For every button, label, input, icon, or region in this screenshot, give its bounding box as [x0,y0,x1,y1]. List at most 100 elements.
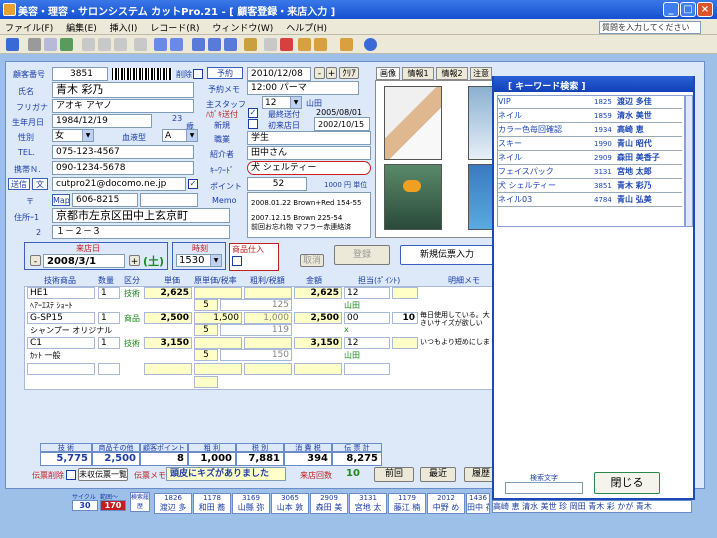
paste-icon[interactable] [114,38,127,51]
delete-checkbox[interactable] [193,69,203,79]
name-field[interactable]: 青木 彩乃 [52,82,194,98]
visit-time-select[interactable]: 1530 ▼ [176,254,222,267]
blood-select[interactable]: A ▼ [162,129,198,142]
address1-field[interactable]: 京都市左京区田中上玄京町 [52,208,230,223]
filter-icon[interactable] [192,38,205,51]
map-button[interactable]: Map [52,194,70,206]
chevron-down-icon[interactable]: ▼ [82,130,93,141]
history-customer[interactable]: 1178 和田 蕎 [193,493,231,514]
row3-qty[interactable]: 1 [98,337,120,349]
latest-button[interactable]: 最近 [420,467,456,482]
tab-image[interactable]: 画像 [376,67,400,80]
yotei-memo-field[interactable]: 12:00 パーマ [247,81,359,95]
menu-file[interactable]: ファイル(F) [0,19,58,36]
row3-code[interactable]: C1 [27,337,95,349]
customer-photo[interactable] [384,86,442,160]
row3-price[interactable]: 3,150 [144,337,192,349]
row1-code[interactable]: HE1 [27,287,95,299]
row3-cost[interactable] [194,337,242,349]
row4-code[interactable] [27,363,95,375]
kana-field[interactable]: アオキ アヤノ [52,99,194,113]
sex-select[interactable]: 女 ▼ [52,129,94,142]
row2-qty[interactable]: 1 [98,312,120,324]
new-slip-button[interactable]: 新規伝票入力 [400,245,494,265]
history-customer[interactable]: 1826 渡辺 多 [154,493,192,514]
row4-staff[interactable] [344,363,390,375]
date-minus-button[interactable]: - [314,67,325,79]
row2-cost[interactable]: 1,500 [194,312,242,324]
new-object-icon[interactable] [314,38,327,51]
row2-profit[interactable]: 1,000 [244,312,292,324]
row1-qty[interactable]: 1 [98,287,120,299]
row3-staff[interactable]: 12 [344,337,390,349]
row1-tax[interactable]: 5 [194,299,218,311]
row1-cost[interactable] [194,287,242,299]
database-icon[interactable] [298,38,311,51]
tel-field[interactable]: 075-123-4567 [52,145,194,159]
send-button[interactable]: 送信 [8,178,30,190]
visit-date-minus[interactable]: - [30,255,41,267]
delete-record-icon[interactable] [280,38,293,51]
keyword-row[interactable]: ネイル 1859 清水 美世 [498,110,682,123]
history-strip-right[interactable]: 高崎 恵 清水 美世 珍 岡田 青木 彩 かが 青木 [492,500,692,513]
row2-staff[interactable]: 00 [344,312,390,324]
introducer-field[interactable]: 田中さん [247,146,371,160]
row2-code[interactable]: G-SP15 [27,312,95,324]
mobile-field[interactable]: 090-1234-5678 [52,161,194,175]
point-field[interactable]: 52 [247,177,307,191]
maximize-button[interactable]: □ [680,2,696,17]
first-visit-field[interactable]: 2002/10/15 [314,117,370,131]
memo-area[interactable]: 2008.01.22 Brown+Red 154-55 2007.12.15 B… [247,192,371,238]
keyword-row[interactable]: フェイスパック 3131 宮地 太郎 [498,166,682,179]
row2-memo[interactable]: 毎日使用している。大きいサイズが欲しい [420,311,492,333]
reach-value[interactable]: 170 [100,500,126,511]
menu-help[interactable]: ヘルプ(H) [281,19,332,36]
menu-record[interactable]: レコード(R) [145,19,204,36]
prev-button[interactable]: 前回 [374,467,414,482]
zip-field[interactable]: 606-8215 [72,193,138,207]
history-customer[interactable]: 3065 山本 敦 [271,493,309,514]
row3-tax[interactable]: 5 [194,349,218,361]
row4-price[interactable] [144,363,192,375]
clear-button[interactable]: ｸﾘｱ [339,67,359,79]
birth-field[interactable]: 1984/12/19 [52,114,152,128]
print-icon[interactable] [28,38,41,51]
cancel-button[interactable]: 取消 [300,254,324,267]
history-customer[interactable]: 1436田中 花 [466,493,490,514]
photo-4[interactable] [468,164,494,230]
cut-icon[interactable] [82,38,95,51]
row1-price[interactable]: 2,625 [144,287,192,299]
new-record-icon[interactable] [264,38,277,51]
help-search-input[interactable]: 質問を入力してください [599,21,701,34]
menu-edit[interactable]: 編集(E) [61,19,102,36]
find-icon[interactable] [244,38,257,51]
help-icon[interactable] [364,38,377,51]
minimize-button[interactable]: _ [663,2,679,17]
history-customer[interactable]: 2909 森田 美 [310,493,348,514]
menu-window[interactable]: ウィンドウ(W) [207,19,278,36]
row2-tax[interactable]: 5 [194,324,218,336]
address2-field[interactable]: １－２－３ [52,225,230,239]
menu-insert[interactable]: 挿入(I) [105,19,143,36]
slip-delete-checkbox[interactable] [66,470,76,480]
dm-checkbox[interactable]: ✓ [248,108,258,118]
visit-date-plus[interactable]: + [129,255,140,267]
history-customer[interactable]: 2012 中野 め [427,493,465,514]
row1-profit[interactable] [244,287,292,299]
row2-point[interactable]: 10 [392,312,418,324]
keyword-row[interactable]: ネイル 2909 森田 美香子 [498,152,682,165]
history-customer[interactable]: 1179 藤江 楠 [388,493,426,514]
email-field[interactable]: cutpro21@docomo.ne.jp [52,177,186,191]
tab-info2[interactable]: 情報2 [436,67,468,80]
spellcheck-icon[interactable] [60,38,73,51]
search-text-input[interactable] [505,482,583,494]
row1-amount[interactable]: 2,625 [294,287,342,299]
row3-amount[interactable]: 3,150 [294,337,342,349]
cycle-value[interactable]: 30 [72,500,98,511]
text-button[interactable]: 文 [32,178,48,190]
keyword-row[interactable]: スキー 1990 青山 昭代 [498,138,682,151]
keyword-field[interactable]: 犬 シェルティー [247,161,371,175]
row4-amount[interactable] [294,363,342,375]
copy-icon[interactable] [98,38,111,51]
date-field[interactable]: 2010/12/08 [247,67,311,81]
